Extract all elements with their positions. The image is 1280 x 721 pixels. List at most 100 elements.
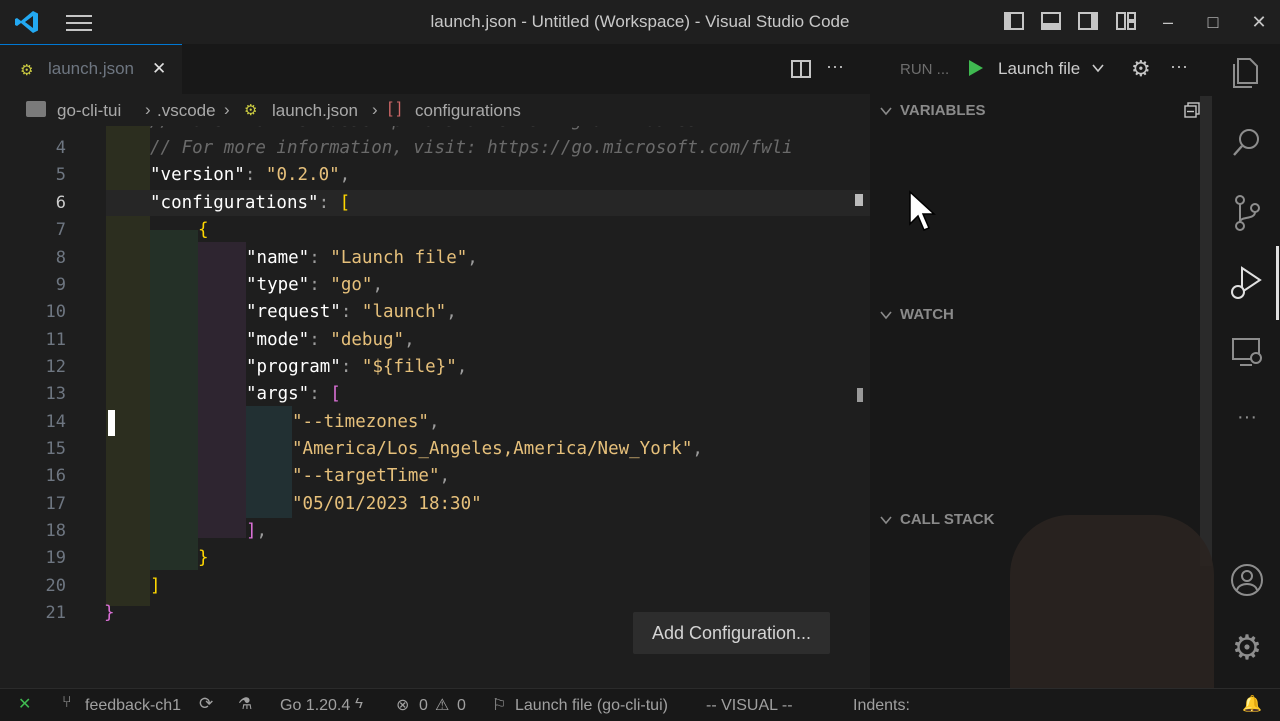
json-key: "version" [150, 165, 245, 185]
breadcrumb-item-file[interactable]: launch.json [272, 101, 358, 121]
bracket: [ [330, 384, 341, 404]
json-file-icon: ⚙ [244, 102, 258, 119]
launch-config-select[interactable]: Launch file [998, 59, 1080, 79]
maximize-icon[interactable]: □ [1201, 10, 1225, 34]
json-key: "args" [246, 384, 310, 404]
remote-explorer-icon[interactable] [1224, 334, 1270, 374]
tab-label: launch.json [48, 59, 135, 78]
comment-line: // For more information, visit: https://… [150, 138, 793, 158]
line-number: 20 [45, 576, 66, 596]
vim-mode: -- VISUAL -- [706, 697, 793, 714]
json-value: "--timezones" [292, 412, 429, 432]
chevron-down-icon[interactable] [878, 307, 894, 328]
json-value: "America/Los_Angeles,America/New_York" [292, 439, 693, 459]
mouse-cursor-icon [908, 190, 936, 237]
section-variables[interactable]: VARIABLES [900, 102, 986, 119]
indentation[interactable]: Indents: [853, 697, 910, 715]
go-tools-icon[interactable]: ⚗ [238, 694, 252, 714]
search-icon[interactable] [1224, 126, 1270, 166]
toggle-panel-icon[interactable] [1039, 10, 1063, 34]
breadcrumb-item-workspace[interactable]: go-cli-tui [57, 101, 121, 121]
line-number: 14 [45, 412, 66, 432]
brace: } [198, 548, 209, 568]
toggle-primary-sidebar-icon[interactable] [1002, 10, 1026, 34]
json-value: "go" [330, 275, 373, 295]
notifications-bell-icon[interactable]: 🔔 [1242, 694, 1262, 714]
line-number: 13 [45, 384, 66, 404]
section-watch[interactable]: WATCH [900, 306, 954, 323]
line-number: 16 [45, 466, 66, 486]
brace: } [104, 603, 115, 623]
line-number: 17 [45, 494, 66, 514]
bracket: [ [339, 193, 351, 213]
more-views-icon[interactable]: ··· [1224, 406, 1270, 446]
line-number: 5 [55, 165, 66, 185]
breadcrumb-item-folder[interactable]: .vscode [157, 101, 216, 121]
json-value: "Launch file" [330, 248, 468, 268]
gear-icon[interactable]: ⚙ [1131, 56, 1151, 82]
scroll-marker [855, 194, 863, 206]
bracket: ] [246, 521, 257, 541]
sidebar-scrollbar[interactable] [1200, 96, 1212, 566]
json-key: "mode" [246, 330, 310, 350]
close-window-icon[interactable]: ✕ [1247, 10, 1271, 34]
line-number: 15 [45, 439, 66, 459]
chevron-right-icon: › [372, 100, 378, 119]
git-branch[interactable]: feedback-ch1 [85, 697, 181, 715]
debug-launch-config[interactable]: Launch file (go-cli-tui) [515, 697, 668, 715]
cursor-block [108, 410, 115, 436]
line-number: 11 [45, 330, 66, 350]
line-number: 12 [45, 357, 66, 377]
warning-count[interactable]: 0 [457, 697, 466, 715]
split-editor-icon[interactable] [790, 58, 812, 85]
indent-guide [198, 242, 246, 538]
chevron-down-icon[interactable] [878, 512, 894, 533]
error-count[interactable]: 0 [419, 697, 428, 715]
line-number: 8 [55, 248, 66, 268]
explorer-icon[interactable] [1224, 56, 1270, 96]
json-value: "launch" [361, 302, 447, 322]
source-control-icon[interactable] [1224, 194, 1270, 234]
folder-icon [26, 101, 46, 117]
bracket: ] [150, 576, 161, 596]
breadcrumb-item-symbol[interactable]: configurations [415, 101, 521, 121]
minimize-icon[interactable]: – [1156, 10, 1180, 34]
line-number: 19 [45, 548, 66, 568]
json-key: "type" [246, 275, 310, 295]
json-key: "configurations" [150, 193, 319, 213]
json-key: "program" [246, 357, 341, 377]
active-view-indicator [1276, 246, 1279, 320]
branch-icon: ⑂ [62, 694, 72, 711]
json-key: "request" [246, 302, 341, 322]
start-debugging-icon[interactable] [965, 58, 985, 83]
close-tab-icon[interactable]: ✕ [152, 59, 166, 79]
indent-guide [246, 406, 292, 518]
more-actions-icon[interactable]: ··· [826, 56, 844, 77]
go-version[interactable]: Go 1.20.4 [280, 697, 350, 715]
run-label: RUN ... [900, 61, 950, 78]
line-number: 18 [45, 521, 66, 541]
line-number: 21 [45, 603, 66, 623]
remote-icon[interactable]: ✕ [18, 694, 31, 714]
collapse-all-icon[interactable] [1183, 101, 1201, 124]
comment-line: // Hover to view descriptions of existin… [150, 126, 708, 131]
accounts-icon[interactable] [1224, 562, 1270, 602]
chevron-down-icon[interactable] [1090, 60, 1106, 81]
more-actions-icon[interactable]: ··· [1170, 56, 1188, 77]
chevron-down-icon[interactable] [878, 103, 894, 124]
line-number: 7 [55, 220, 66, 240]
json-value: "05/01/2023 18:30" [292, 494, 482, 514]
add-configuration-button[interactable]: Add Configuration... [633, 612, 830, 654]
code-editor[interactable]: // Hover to view descriptions of existin… [0, 126, 870, 688]
section-call-stack[interactable]: CALL STACK [900, 511, 994, 528]
array-icon: [ ] [388, 100, 402, 117]
toggle-secondary-sidebar-icon[interactable] [1076, 10, 1100, 34]
line-number: 4 [55, 138, 66, 158]
debug-launch-icon: ⚐ [492, 697, 507, 714]
sync-icon[interactable]: ⟳ [199, 694, 213, 714]
run-and-debug-icon[interactable] [1224, 264, 1270, 304]
chevron-right-icon: › [224, 100, 230, 119]
manage-gear-icon[interactable]: ⚙ [1224, 628, 1270, 668]
customize-layout-icon[interactable] [1114, 10, 1138, 34]
chevron-right-icon: › [145, 100, 151, 119]
